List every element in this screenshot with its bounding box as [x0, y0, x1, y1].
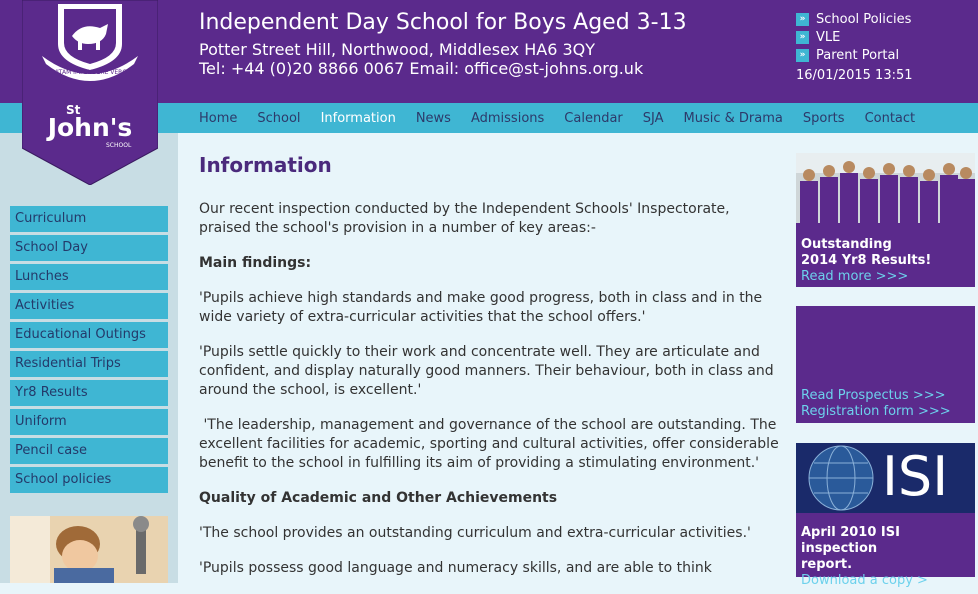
- main-content: Information Our recent inspection conduc…: [199, 152, 784, 594]
- nav-sja[interactable]: SJA: [643, 111, 664, 126]
- isi-logo-banner: ISI: [796, 443, 975, 513]
- top-links: » School Policies » VLE » Parent Portal: [796, 10, 911, 64]
- sidebar-item-curriculum[interactable]: Curriculum: [10, 206, 168, 232]
- crest-sub: SCHOOL: [106, 142, 132, 149]
- page-title: Independent Day School for Boys Aged 3-1…: [199, 10, 687, 35]
- boys-group-photo: [796, 153, 975, 223]
- sidebar-item-school-day[interactable]: School Day: [10, 235, 168, 261]
- globe-icon: [808, 445, 874, 511]
- header-address: Potter Street Hill, Northwood, Middlesex…: [199, 40, 643, 78]
- toplink-label: School Policies: [816, 11, 912, 27]
- sidebar-item-residential-trips[interactable]: Residential Trips: [10, 351, 168, 377]
- toplink-parent-portal[interactable]: » Parent Portal: [796, 46, 911, 64]
- double-arrow-icon: »: [796, 30, 809, 44]
- results-read-more-link[interactable]: Read more >>>: [796, 269, 975, 285]
- sidebar-item-lunches[interactable]: Lunches: [10, 264, 168, 290]
- double-arrow-icon: »: [796, 48, 809, 62]
- sidebar-item-uniform[interactable]: Uniform: [10, 409, 168, 435]
- isi-card[interactable]: ISI April 2010 ISI inspection report. Do…: [796, 443, 975, 588]
- address-text: Potter Street Hill, Northwood, Middlesex…: [199, 40, 595, 59]
- finding-paragraph-2: 'Pupils settle quickly to their work and…: [199, 344, 774, 398]
- nav-music-drama[interactable]: Music & Drama: [684, 111, 783, 126]
- sidebar-menu: Curriculum School Day Lunches Activities…: [10, 206, 168, 496]
- results-title-1: Outstanding: [801, 237, 892, 252]
- main-nav: Home School Information News Admissions …: [199, 103, 935, 133]
- sidebar-item-educational-outings[interactable]: Educational Outings: [10, 322, 168, 348]
- toplink-school-policies[interactable]: » School Policies: [796, 10, 911, 28]
- sidebar-item-school-policies[interactable]: School policies: [10, 467, 168, 493]
- intro-paragraph: Our recent inspection conducted by the I…: [199, 201, 730, 236]
- nav-school[interactable]: School: [257, 111, 300, 126]
- crest-name: John's: [46, 113, 133, 142]
- date-time: 16/01/2015 13:51: [796, 68, 913, 83]
- isi-title-1: April 2010 ISI inspection: [801, 525, 900, 556]
- contact-text: Tel: +44 (0)20 8866 0067 Email: office@s…: [199, 59, 644, 78]
- sidebar-item-pencil-case[interactable]: Pencil case: [10, 438, 168, 464]
- sidebar-item-activities[interactable]: Activities: [10, 293, 168, 319]
- nav-information[interactable]: Information: [321, 111, 396, 126]
- double-arrow-icon: »: [796, 12, 809, 26]
- student-photo: [10, 516, 168, 583]
- prospectus-card: Read Prospectus >>> Registration form >>…: [796, 306, 975, 423]
- nav-calendar[interactable]: Calendar: [564, 111, 622, 126]
- finding-paragraph-1: 'Pupils achieve high standards and make …: [199, 290, 763, 325]
- isi-title-2: report.: [801, 557, 853, 572]
- isi-wordmark: ISI: [882, 445, 949, 508]
- nav-admissions[interactable]: Admissions: [471, 111, 544, 126]
- finding-paragraph-4: 'The school provides an outstanding curr…: [199, 525, 751, 541]
- quality-heading: Quality of Academic and Other Achievemen…: [199, 490, 558, 506]
- toplink-label: Parent Portal: [816, 47, 900, 63]
- nav-sports[interactable]: Sports: [803, 111, 845, 126]
- sidebar-item-yr8-results[interactable]: Yr8 Results: [10, 380, 168, 406]
- toplink-label: VLE: [816, 29, 841, 45]
- results-card[interactable]: Outstanding 2014 Yr8 Results! Read more …: [796, 153, 975, 287]
- content-heading: Information: [199, 153, 332, 177]
- finding-paragraph-3: 'The leadership, management and governan…: [199, 417, 784, 471]
- results-title-2: 2014 Yr8 Results!: [801, 253, 932, 268]
- nav-news[interactable]: News: [416, 111, 451, 126]
- nav-contact[interactable]: Contact: [865, 111, 916, 126]
- read-prospectus-link[interactable]: Read Prospectus >>>: [796, 388, 975, 404]
- toplink-vle[interactable]: » VLE: [796, 28, 911, 46]
- crest-motto: VITAM IMPENDERE VERO: [53, 69, 127, 76]
- registration-form-link[interactable]: Registration form >>>: [796, 404, 975, 420]
- nav-home[interactable]: Home: [199, 111, 237, 126]
- school-crest-logo[interactable]: VITAM IMPENDERE VERO St John's SCHOOL: [22, 0, 158, 185]
- isi-download-link[interactable]: Download a copy >: [796, 573, 975, 589]
- main-findings-heading: Main findings:: [199, 255, 312, 271]
- finding-paragraph-5: 'Pupils possess good language and numera…: [199, 560, 712, 576]
